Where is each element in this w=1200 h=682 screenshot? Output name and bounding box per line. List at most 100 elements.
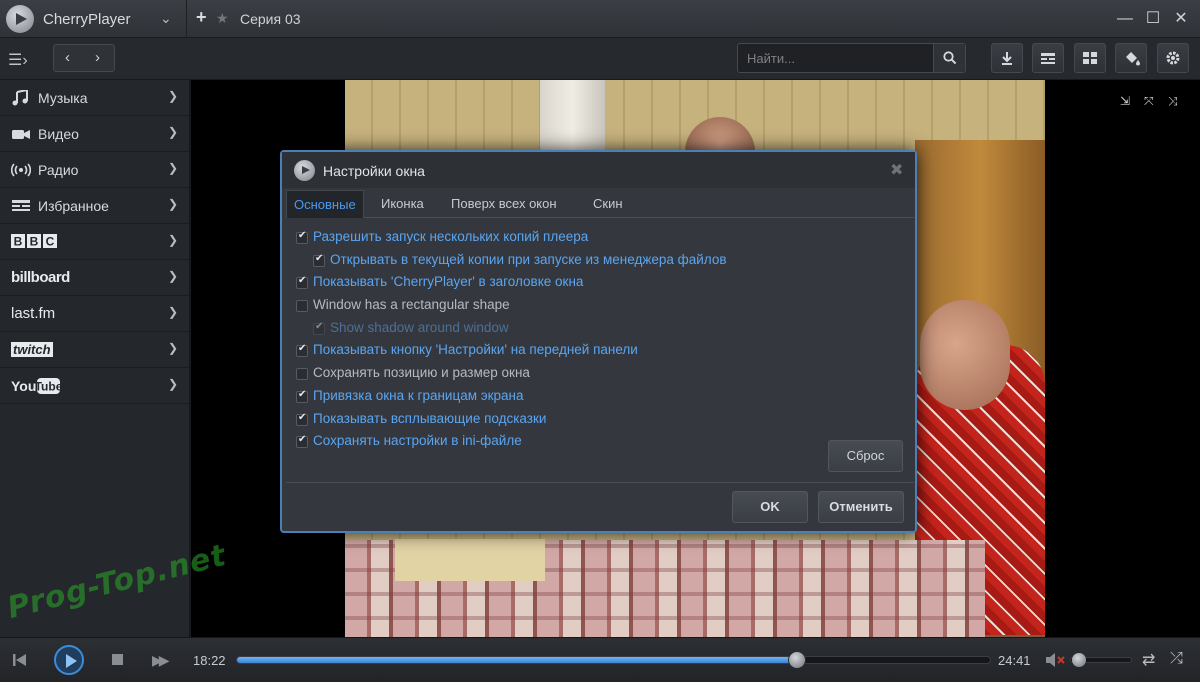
option-show-name-in-title[interactable]: Показывать 'CherryPlayer' в заголовке ок… [296,273,896,296]
lastfm-logo: last.fm [11,305,56,322]
sidebar-item-youtube[interactable]: You Tube ❯ [0,368,189,404]
favorite-star-icon[interactable]: ★ [216,10,229,27]
checkbox[interactable] [313,253,325,267]
back-arrow-icon[interactable]: ‹ [65,49,70,66]
music-note-icon [12,90,28,106]
dialog-title: Настройки окна [323,163,425,179]
checkbox [313,321,325,335]
chevron-down-icon[interactable]: ❯ [168,161,178,175]
video-scene-person-head [920,300,1010,410]
checkbox[interactable] [296,275,308,290]
chevron-down-icon[interactable]: ❯ [168,269,178,283]
muted-speaker-icon[interactable] [1045,653,1065,667]
option-rectangular-shape[interactable]: Window has a rectangular shape [296,296,896,319]
chevron-down-icon[interactable]: ❯ [168,197,178,211]
dialog-tabs: Основные Иконка Поверх всех окон Скин [286,190,914,218]
cancel-button[interactable]: Отменить [818,491,904,523]
sidebar-item-bbc[interactable]: BBC ❯ [0,224,189,260]
checkbox[interactable] [296,389,308,403]
play-button[interactable] [54,645,84,675]
twitch-logo: twitch [11,342,53,357]
skin-button[interactable] [1115,43,1147,73]
option-show-tooltips[interactable]: Показывать всплывающие подсказки [296,410,896,433]
fast-forward-icon[interactable]: ▶▶ [152,652,169,669]
nav-buttons: ‹ › [53,44,115,72]
maximize-icon[interactable]: ☐ [1142,8,1164,30]
close-icon[interactable]: ✖ [890,160,903,180]
bbc-logo: BBC [11,234,57,249]
minimize-icon[interactable]: — [1114,8,1136,30]
option-allow-multiple-instances[interactable]: Разрешить запуск нескольких копий плеера [296,228,896,251]
sidebar-item-music[interactable]: Музыка ❯ [0,80,189,116]
volume-handle[interactable] [1072,653,1086,667]
option-show-settings-button[interactable]: Показывать кнопку 'Настройки' на передне… [296,341,896,364]
download-button[interactable] [991,43,1023,73]
checkbox[interactable] [296,434,308,449]
sidebar-item-billboard[interactable]: billboard ❯ [0,260,189,296]
checkbox[interactable] [296,343,308,358]
sidebar-item-favorites[interactable]: Избранное ❯ [0,188,189,224]
search-input[interactable] [738,44,934,72]
search-button[interactable] [933,44,965,72]
gear-icon [1166,51,1180,65]
option-save-to-ini[interactable]: Сохранять настройки в ini-файле [296,432,896,455]
option-save-position-size[interactable]: Сохранять позицию и размер окна [296,364,896,387]
repeat-icon[interactable]: ⇄ [1142,650,1155,670]
checkbox[interactable] [296,368,308,381]
screen-mode-icon[interactable]: ⇲ [1120,94,1130,108]
fullscreen-icon[interactable]: ⤨ [1168,94,1178,109]
tab-general[interactable]: Основные [286,190,364,218]
checkbox[interactable] [296,300,308,313]
seek-bar[interactable] [236,651,991,669]
grid-view-icon [1083,52,1097,64]
reset-button[interactable]: Сброс [828,440,903,472]
chevron-down-icon[interactable]: ❯ [168,89,178,103]
forward-arrow-icon[interactable]: › [95,49,100,66]
volume-slider[interactable] [1070,653,1132,667]
option-open-in-current-instance[interactable]: Открывать в текущей копии при запуске из… [296,251,896,274]
player-controls: ▶▶ 18:22 24:41 ⇄ ⤮ [0,637,1200,682]
chevron-down-icon[interactable]: ❯ [168,377,178,391]
stop-icon[interactable] [112,654,123,665]
previous-track-icon[interactable] [12,652,28,668]
video-scene-napkin [395,539,545,581]
chevron-down-icon[interactable]: ❯ [168,125,178,139]
svg-text:C: C [46,235,55,249]
settings-button[interactable] [1157,43,1189,73]
sidebar-toggle-menu-icon[interactable]: ☰› [8,50,28,70]
chevron-down-icon[interactable]: ❯ [168,341,178,355]
shuffle-icon[interactable]: ⤮ [1170,650,1183,668]
tab-title[interactable]: Серия 03 [240,11,301,27]
chevron-down-icon[interactable]: ❯ [168,305,178,319]
option-label: Window has a rectangular shape [313,297,510,313]
paint-bucket-icon [1126,52,1140,66]
sidebar-item-twitch[interactable]: twitch ❯ [0,332,189,368]
close-icon[interactable]: ✕ [1170,8,1192,30]
grid-view-button[interactable] [1074,43,1106,73]
tab-always-on-top[interactable]: Поверх всех окон [444,190,564,218]
add-tab-plus-icon[interactable]: + [196,7,207,28]
title-bar: CherryPlayer ⌄ + ★ Серия 03 — ☐ ✕ [0,0,1200,38]
app-menu-chevron-icon[interactable]: ⌄ [160,10,172,27]
ok-button[interactable]: OK [732,491,808,523]
search-icon [943,51,957,65]
video-camera-icon [12,130,30,139]
option-label: Показывать 'CherryPlayer' в заголовке ок… [313,274,584,290]
checkbox[interactable] [296,412,308,426]
cherryplayer-logo-icon [294,160,315,181]
sidebar-item-video[interactable]: Видео ❯ [0,116,189,152]
sidebar-item-radio[interactable]: Радио ❯ [0,152,189,188]
playlist-view-button[interactable] [1032,43,1064,73]
seek-handle[interactable] [788,651,807,669]
fit-icon[interactable]: ⤧ [1144,94,1154,109]
tab-icon[interactable]: Иконка [374,190,431,218]
cherryplayer-logo-icon [6,5,34,33]
option-label: Сохранять позицию и размер окна [313,365,530,381]
checkbox[interactable] [296,230,308,244]
sidebar-item-lastfm[interactable]: last.fm ❯ [0,296,189,332]
option-snap-to-edges[interactable]: Привязка окна к границам экрана [296,387,896,410]
tab-skin[interactable]: Скин [586,190,630,218]
video-scene-fridge [540,80,605,160]
chevron-down-icon[interactable]: ❯ [168,233,178,247]
option-label: Show shadow around window [330,319,509,335]
